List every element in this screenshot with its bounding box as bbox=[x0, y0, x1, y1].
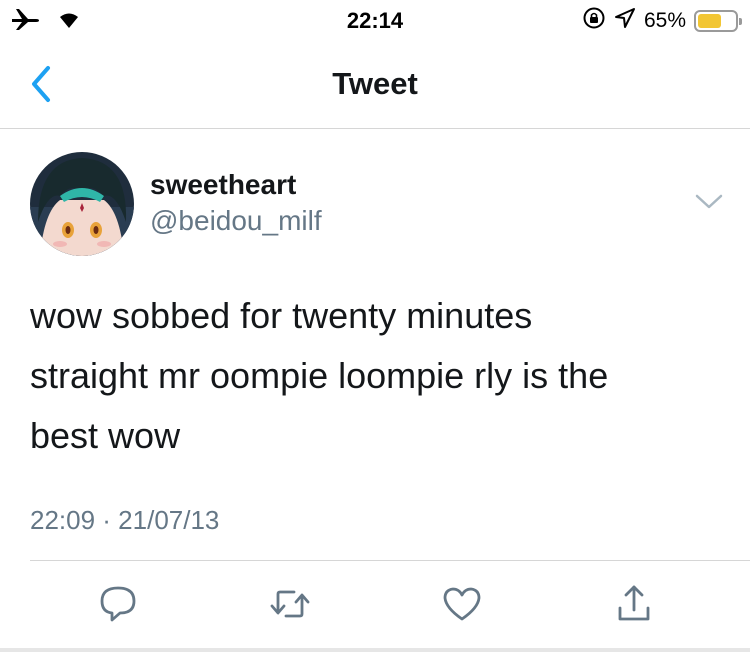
tweet-text: wow sobbed for twenty minutes straight m… bbox=[30, 286, 710, 466]
orientation-lock-icon bbox=[582, 6, 606, 35]
share-button[interactable] bbox=[610, 580, 658, 628]
tweet-menu-button[interactable] bbox=[694, 190, 724, 212]
like-button[interactable] bbox=[438, 580, 486, 628]
share-icon bbox=[618, 585, 650, 621]
battery-percent: 65% bbox=[643, 8, 686, 32]
page-title: Tweet bbox=[332, 66, 418, 101]
tweet-text-line: straight mr oompie loompie rly is the bbox=[30, 355, 609, 396]
avatar[interactable] bbox=[30, 152, 134, 256]
chevron-down-icon bbox=[695, 194, 723, 209]
status-bar: 22:14 65% bbox=[0, 0, 750, 40]
status-bar-right: 65% bbox=[582, 6, 742, 35]
battery-fill bbox=[698, 13, 722, 28]
heart-icon bbox=[443, 587, 481, 621]
bottom-divider bbox=[0, 648, 750, 652]
action-bar bbox=[0, 580, 750, 630]
tweet-timestamp[interactable]: 22:09 · 21/07/13 bbox=[30, 505, 219, 536]
location-icon bbox=[614, 7, 636, 34]
tweet-text-line: wow sobbed for twenty minutes bbox=[30, 295, 533, 336]
navigation-bar: Tweet bbox=[0, 40, 750, 129]
reply-button[interactable] bbox=[94, 580, 142, 628]
reply-icon bbox=[100, 586, 136, 622]
user-handle[interactable]: @beidou_milf bbox=[150, 205, 322, 237]
battery-icon bbox=[694, 9, 742, 32]
divider bbox=[30, 560, 750, 561]
retweet-button[interactable] bbox=[266, 580, 314, 628]
tweet-text-line: best wow bbox=[30, 415, 181, 456]
battery-tip bbox=[739, 17, 742, 25]
retweet-icon bbox=[270, 590, 310, 618]
display-name[interactable]: sweetheart bbox=[150, 169, 296, 201]
